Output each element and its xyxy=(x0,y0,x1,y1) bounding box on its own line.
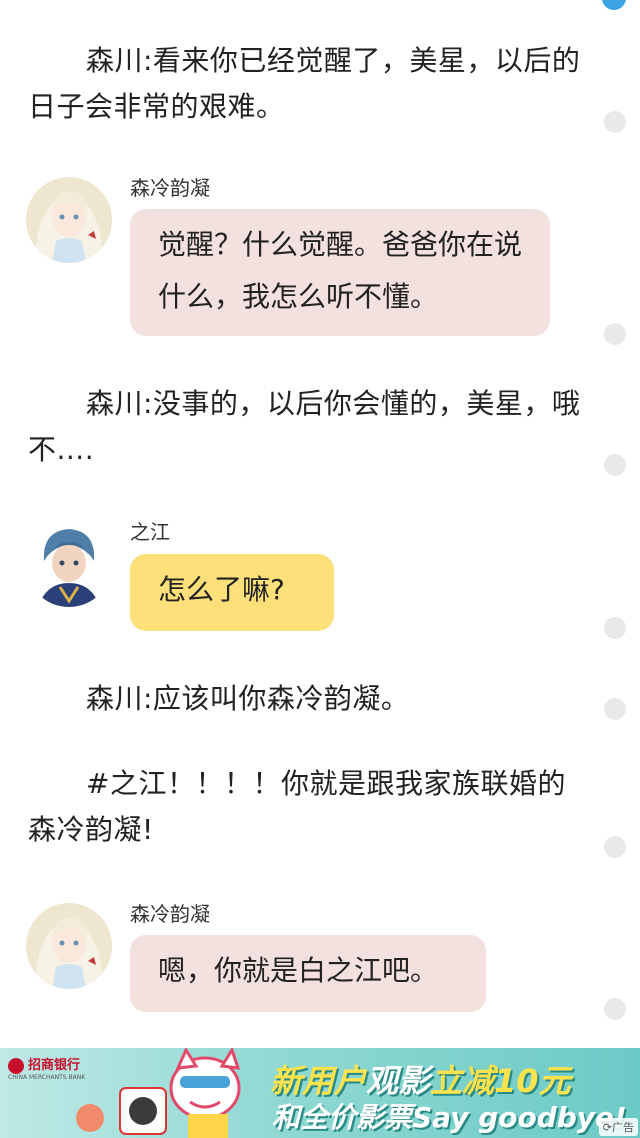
speaker-name: 森冷韵凝 xyxy=(130,902,210,926)
ad-banner[interactable]: 招商银行 CHINA MERCHANTS BANK 新用户观影立减10元 和全价… xyxy=(0,1048,640,1138)
chat-bubble[interactable]: 怎么了嘛? xyxy=(130,554,334,631)
comment-dot[interactable] xyxy=(604,111,626,133)
narration-text: 森川:看来你已经觉醒了，美星，以后的日子会非常的艰难。 xyxy=(28,44,581,123)
ad-subline: 和全价影票Say goodbye! xyxy=(272,1101,627,1134)
boy-avatar-icon xyxy=(26,521,112,607)
comment-dot[interactable] xyxy=(604,617,626,639)
avatar[interactable] xyxy=(26,177,112,263)
avatar[interactable] xyxy=(26,521,112,607)
speaker-name: 之江 xyxy=(130,520,170,544)
avatar[interactable] xyxy=(26,903,112,989)
bank-logo-icon xyxy=(8,1057,24,1074)
comment-dot[interactable] xyxy=(604,698,626,720)
narration-text: 森川:应该叫你森冷韵凝。 xyxy=(86,682,410,715)
refresh-icon: ⟳ xyxy=(602,1121,612,1134)
girl-avatar-icon xyxy=(26,177,112,263)
narration-text: #之江！！！！你就是跟我家族联婚的森冷韵凝! xyxy=(28,767,566,846)
chat-bubble[interactable]: 嗯，你就是白之江吧。 xyxy=(130,935,486,1012)
chat-bubble[interactable]: 觉醒？什么觉醒。爸爸你在说什么，我怎么听不懂。 xyxy=(130,209,550,336)
comment-dot[interactable] xyxy=(604,454,626,476)
narration-text: 森川:没事的，以后你会懂的，美星，哦不.... xyxy=(28,387,581,466)
scroll-indicator xyxy=(602,0,626,10)
cartoon-cat-icon xyxy=(76,1048,241,1138)
comment-dot[interactable] xyxy=(604,323,626,345)
comment-dot[interactable] xyxy=(604,836,626,858)
comment-dot[interactable] xyxy=(604,998,626,1020)
ad-tag[interactable]: ⟳广告 xyxy=(598,1118,638,1136)
speaker-name: 森冷韵凝 xyxy=(130,176,210,200)
girl-avatar-icon xyxy=(26,903,112,989)
